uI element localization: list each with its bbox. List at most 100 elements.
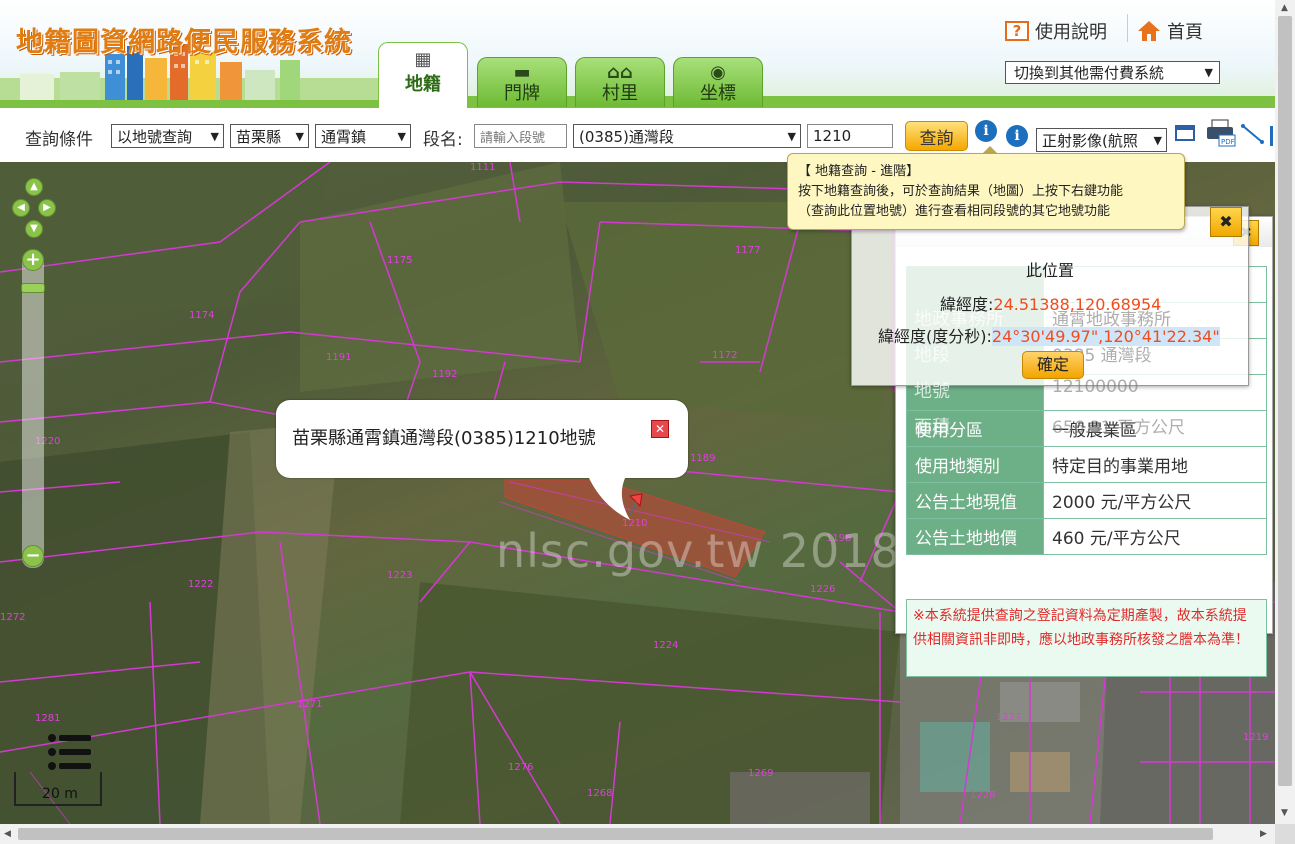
zoom-slider-handle[interactable]	[21, 283, 45, 293]
tab-cadastral-label: 地籍	[405, 74, 441, 95]
map-view[interactable]: 1111 1177 1175 1174 1191 1192 1172 1220 …	[0, 162, 1275, 824]
hidden-row-key: 面積	[914, 417, 950, 438]
vertical-scrollbar[interactable]: ▲ ▼	[1275, 0, 1295, 824]
county-value: 苗栗縣	[236, 127, 282, 146]
tab-door-plate-label: 門牌	[504, 83, 540, 104]
measure-line-icon[interactable]	[1240, 122, 1266, 146]
land-number-input[interactable]: 1210	[807, 124, 893, 148]
header: 地籍圖資網路便民服務系統 ? 使用說明 首頁 切換到其他需付費系統 ▼ ▦ 地籍…	[0, 0, 1275, 108]
imagery-select[interactable]: 正射影像(航照 ▼	[1036, 128, 1167, 152]
svg-text:PDF: PDF	[1221, 138, 1235, 146]
print-pdf-icon[interactable]: PDF	[1205, 118, 1237, 148]
chevron-down-icon: ▼	[210, 129, 219, 143]
system-switch-value: 切換到其他需付費系統	[1014, 64, 1165, 82]
system-switch-select[interactable]: 切換到其他需付費系統 ▼	[1005, 61, 1220, 84]
help-tooltip: 【 地籍查詢 - 進階】 按下地籍查詢後，可於查詢結果（地圖）上按下右鍵功能 （…	[787, 153, 1185, 230]
section-select[interactable]: (0385)通灣段 ▼	[573, 124, 801, 148]
section-code-input[interactable]: 請輸入段號	[474, 124, 567, 148]
door-plate-icon: ▬	[513, 62, 531, 83]
confirm-button[interactable]: 確定	[1022, 351, 1084, 379]
coordinate-decimal-label: 緯經度:	[940, 295, 994, 314]
site-title: 地籍圖資網路便民服務系統	[16, 27, 352, 58]
info-icon[interactable]: i	[975, 120, 997, 142]
row-key: 公告土地地價	[906, 518, 1044, 555]
toolbar-overflow-marker	[1270, 126, 1273, 146]
window-icon[interactable]	[1173, 122, 1199, 146]
scale-bar: 20 m	[14, 772, 102, 806]
header-separator	[1127, 14, 1128, 42]
tab-village-label: 村里	[602, 83, 638, 104]
chevron-down-icon: ▼	[295, 129, 304, 143]
pan-down-icon[interactable]: ▼	[25, 220, 43, 238]
tooltip-title: 【 地籍查詢 - 進階】	[798, 164, 920, 179]
parcel-map-icon: ▦	[414, 49, 432, 70]
popup-address-text: 苗栗縣通霄鎮通灣段(0385)1210地號	[292, 428, 596, 449]
help-label: 使用說明	[1035, 22, 1107, 43]
pan-control: ▲ ◀ ▶ ▼	[12, 178, 56, 238]
section-label: 段名:	[423, 130, 463, 150]
globe-icon: ◉	[710, 62, 726, 83]
hidden-row-value: 656.31 平方公尺	[1052, 418, 1185, 438]
county-select[interactable]: 苗栗縣 ▼	[230, 124, 309, 148]
pan-up-icon[interactable]: ▲	[25, 178, 43, 196]
hidden-row-value: 12100000	[1052, 377, 1139, 397]
tooltip-line: 按下地籍查詢後，可於查詢結果（地圖）上按下右鍵功能	[798, 184, 1124, 199]
hidden-row-key: 地號	[914, 381, 950, 402]
query-button[interactable]: 查詢	[905, 121, 968, 151]
scroll-right-icon[interactable]: ▶	[1260, 829, 1267, 839]
home-link[interactable]: 首頁	[1137, 18, 1203, 44]
town-select[interactable]: 通霄鎮 ▼	[315, 124, 411, 148]
tab-coordinate-label: 坐標	[700, 83, 736, 104]
section-value: (0385)通灣段	[579, 127, 674, 146]
tab-coordinate[interactable]: ◉ 坐標	[673, 57, 763, 107]
query-condition-label: 查詢條件	[25, 130, 93, 150]
tab-village[interactable]: ⌂⌂ 村里	[575, 57, 665, 107]
pan-right-icon[interactable]: ▶	[38, 199, 56, 217]
scroll-left-icon[interactable]: ◀	[4, 829, 11, 839]
horizontal-scroll-thumb[interactable]	[18, 828, 1213, 840]
village-icon: ⌂⌂	[607, 62, 633, 83]
coordinate-dms-row: 緯經度(度分秒):24°30'49.97",120°41'22.34"	[878, 323, 1220, 347]
coordinate-dialog: 地政事務所 通霄地政事務所 地段 0385 通灣段 地號 12100000 面積…	[851, 206, 1249, 438]
tab-door-plate[interactable]: ▬ 門牌	[477, 57, 567, 107]
data-notice: ※本系統提供查詢之登記資料為定期產製，故本系統提供相關資訊非即時，應以地政事務所…	[906, 599, 1267, 677]
vertical-scroll-thumb[interactable]	[1278, 16, 1292, 786]
town-value: 通霄鎮	[321, 127, 367, 146]
scroll-down-icon[interactable]: ▼	[1281, 808, 1288, 818]
coordinate-dms-value: 24°30'49.97",120°41'22.34"	[991, 327, 1220, 346]
row-key: 使用地類別	[906, 446, 1044, 483]
popup-close-icon[interactable]: ✕	[651, 420, 669, 438]
zoom-track[interactable]	[22, 250, 44, 568]
coordinate-close-icon[interactable]: ✖	[1210, 207, 1242, 237]
chevron-down-icon: ▼	[1153, 133, 1162, 147]
query-mode-value: 以地號查詢	[117, 127, 193, 146]
home-label: 首頁	[1167, 22, 1203, 43]
table-row: 使用地類別 特定目的事業用地	[906, 446, 1267, 483]
layer-list-icon[interactable]	[46, 732, 92, 772]
coordinate-dms-label: 緯經度(度分秒):	[878, 327, 992, 346]
row-key: 公告土地現值	[906, 482, 1044, 519]
imagery-value: 正射影像(航照	[1042, 131, 1138, 150]
table-row: 公告土地地價 460 元/平方公尺	[906, 518, 1267, 555]
chevron-down-icon: ▼	[787, 129, 796, 143]
scroll-up-icon[interactable]: ▲	[1281, 3, 1288, 13]
row-value: 2000 元/平方公尺	[1043, 482, 1267, 519]
coordinate-decimal-row: 緯經度:24.51388,120.68954	[940, 291, 1161, 315]
zoom-in-button[interactable]: +	[22, 249, 44, 271]
horizontal-scrollbar[interactable]: ◀ ▶	[0, 824, 1275, 844]
chevron-down-icon: ▼	[397, 129, 406, 143]
scrollbar-corner	[1275, 824, 1295, 844]
table-row: 公告土地現值 2000 元/平方公尺	[906, 482, 1267, 519]
pan-left-icon[interactable]: ◀	[12, 199, 30, 217]
query-mode-select[interactable]: 以地號查詢 ▼	[111, 124, 224, 148]
map-watermark: nlsc.gov.tw 2018	[496, 524, 901, 578]
tab-cadastral[interactable]: ▦ 地籍	[378, 42, 468, 108]
location-pin-icon	[628, 493, 643, 517]
coordinate-decimal-value: 24.51388,120.68954	[993, 295, 1162, 314]
zoom-out-button[interactable]: −	[22, 545, 44, 567]
help-link[interactable]: ? 使用說明	[1005, 18, 1107, 44]
info-icon[interactable]: i	[1006, 125, 1028, 147]
row-value: 460 元/平方公尺	[1043, 518, 1267, 555]
tooltip-line: （查詢此位置地號）進行查看相同段號的其它地號功能	[798, 204, 1111, 219]
chevron-down-icon: ▼	[1204, 66, 1213, 79]
